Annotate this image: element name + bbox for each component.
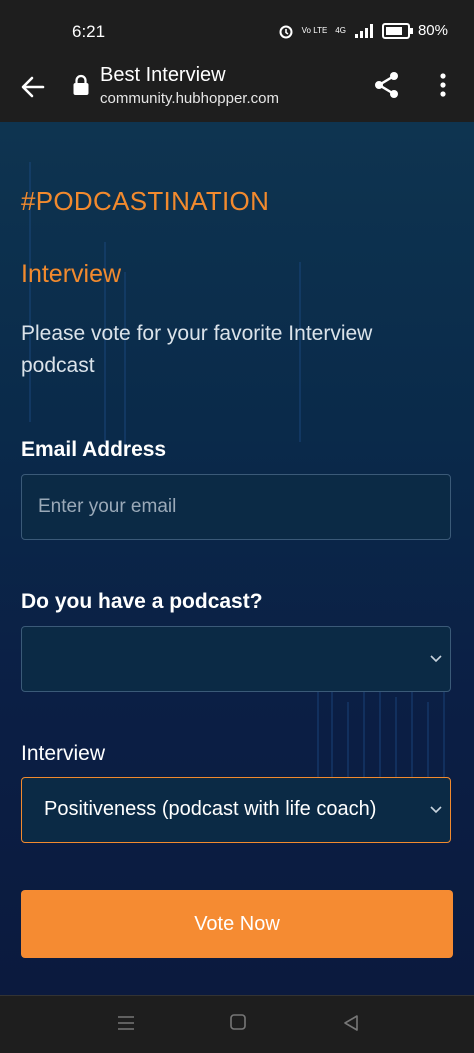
email-input[interactable]	[22, 475, 450, 539]
podcast-select[interactable]	[21, 626, 451, 692]
interview-select-value: Positiveness (podcast with life coach)	[44, 798, 377, 820]
email-field-container	[21, 474, 451, 540]
more-vertical-icon[interactable]	[436, 70, 450, 100]
vote-form-page: #PODCASTINATION Interview Please vote fo…	[0, 122, 474, 995]
status-icons: Vo LTE 4G 80%	[278, 22, 448, 39]
page-title[interactable]: Best Interview	[100, 64, 226, 87]
form-description: Please vote for your favorite Interview …	[21, 322, 373, 377]
email-label: Email Address	[21, 438, 167, 461]
interview-select[interactable]: Positiveness (podcast with life coach)	[21, 777, 451, 843]
browser-toolbar: Best Interview community.hubhopper.com	[0, 62, 474, 122]
lock-icon	[73, 74, 89, 95]
signal-icon	[354, 23, 373, 38]
podcast-question-label: Do you have a podcast?	[21, 590, 263, 613]
home-icon[interactable]	[230, 1014, 246, 1030]
arrow-left-icon[interactable]	[18, 72, 48, 102]
alarm-icon	[279, 25, 293, 38]
status-bar: 6:21 Vo LTE 4G 80%	[0, 0, 474, 62]
share-icon[interactable]	[372, 70, 402, 100]
background-lines	[29, 162, 445, 822]
campaign-hashtag: #PODCASTINATION	[21, 186, 270, 216]
battery-percent: 80%	[417, 22, 448, 39]
battery-icon	[381, 22, 413, 39]
page-url[interactable]: community.hubhopper.com	[100, 90, 279, 107]
vote-now-button[interactable]: Vote Now	[21, 890, 453, 958]
chevron-down-icon	[430, 655, 442, 663]
status-time: 6:21	[72, 22, 106, 41]
interview-label: Interview	[21, 742, 106, 765]
section-title: Interview	[21, 260, 122, 288]
chevron-down-icon	[430, 806, 442, 814]
volte-indicator: Vo LTE	[301, 25, 328, 35]
system-nav-bar	[0, 995, 474, 1053]
recent-apps-icon[interactable]	[117, 1014, 135, 1032]
nav-back-icon[interactable]	[342, 1014, 360, 1032]
network-type: 4G	[335, 25, 346, 35]
